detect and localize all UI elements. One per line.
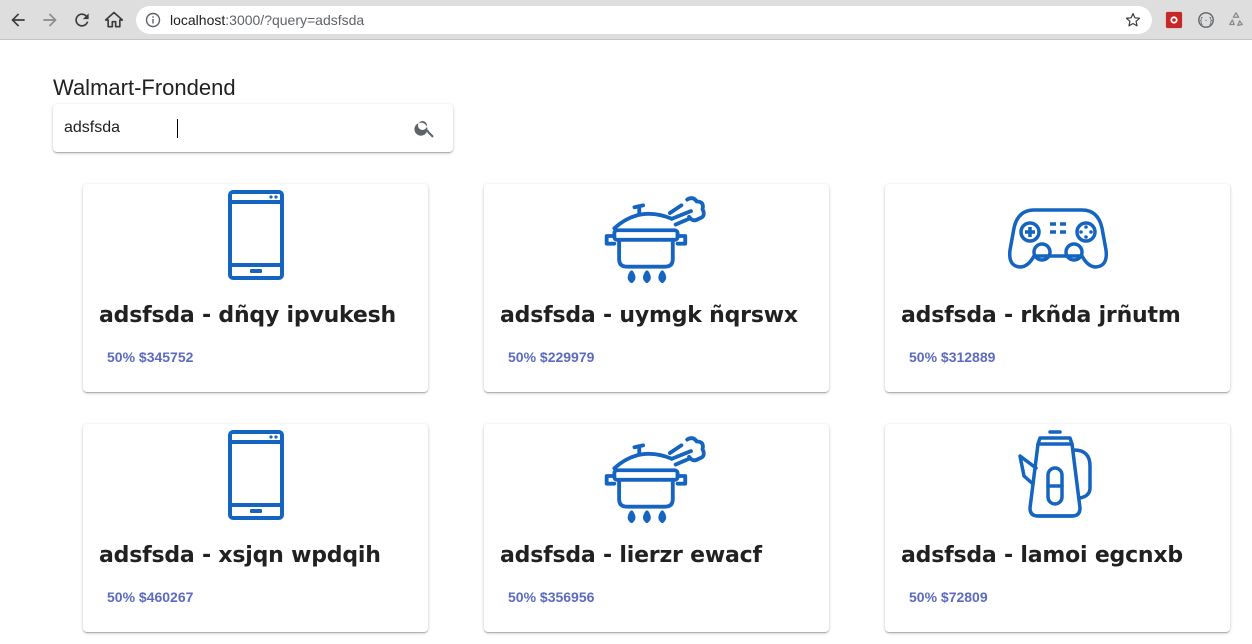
forward-icon[interactable] [38, 8, 62, 32]
product-title: adsfsda - rkñda jrñutm [901, 303, 1181, 328]
extension-icon[interactable] [1164, 10, 1184, 30]
product-card[interactable]: adsfsda - rkñda jrñutm 50% $312889 [885, 184, 1230, 392]
product-title: adsfsda - uymgk ñqrswx [500, 303, 798, 328]
product-price: 50% $72809 [909, 589, 988, 605]
svg-text:{·}: {·} [1199, 15, 1214, 25]
kettle-icon [885, 428, 1230, 524]
page-title: Walmart-Frondend [53, 75, 236, 100]
cooking-pot-icon [484, 428, 829, 524]
product-price: 50% $345752 [107, 349, 194, 365]
product-price: 50% $229979 [508, 349, 595, 365]
back-icon[interactable] [6, 8, 30, 32]
text-caret [177, 119, 178, 138]
extension-icon[interactable]: {·} [1196, 10, 1216, 30]
smartphone-icon [83, 188, 428, 284]
product-card[interactable]: adsfsda - lierzr ewacf 50% $356956 [484, 424, 829, 632]
product-price: 50% $460267 [107, 589, 194, 605]
product-card[interactable]: adsfsda - uymgk ñqrswx 50% $229979 [484, 184, 829, 392]
reload-icon[interactable] [70, 8, 94, 32]
gamepad-icon [885, 188, 1230, 284]
home-icon[interactable] [102, 8, 126, 32]
product-title: adsfsda - lierzr ewacf [500, 543, 762, 568]
product-card[interactable]: adsfsda - dñqy ipvukesh 50% $345752 [83, 184, 428, 392]
cooking-pot-icon [484, 188, 829, 284]
product-card[interactable]: adsfsda - xsjqn wpdqih 50% $460267 [83, 424, 428, 632]
search-button[interactable] [413, 116, 437, 140]
product-title: adsfsda - dñqy ipvukesh [99, 303, 396, 328]
browser-toolbar: localhost:3000/?query=adsfsda {·} [0, 0, 1252, 40]
star-icon[interactable] [1124, 11, 1142, 29]
product-price: 50% $312889 [909, 349, 996, 365]
search-icon [414, 121, 434, 138]
info-icon[interactable] [145, 12, 161, 28]
product-card[interactable]: adsfsda - lamoi egcnxb 50% $72809 [885, 424, 1230, 632]
search-box[interactable] [53, 104, 453, 152]
recycle-icon[interactable] [1226, 10, 1246, 30]
address-bar[interactable]: localhost:3000/?query=adsfsda [136, 6, 1152, 34]
product-title: adsfsda - xsjqn wpdqih [99, 543, 381, 568]
product-price: 50% $356956 [508, 589, 595, 605]
search-input[interactable] [64, 116, 404, 140]
url-text: localhost:3000/?query=adsfsda [170, 12, 365, 28]
product-title: adsfsda - lamoi egcnxb [901, 543, 1183, 568]
smartphone-icon [83, 428, 428, 524]
